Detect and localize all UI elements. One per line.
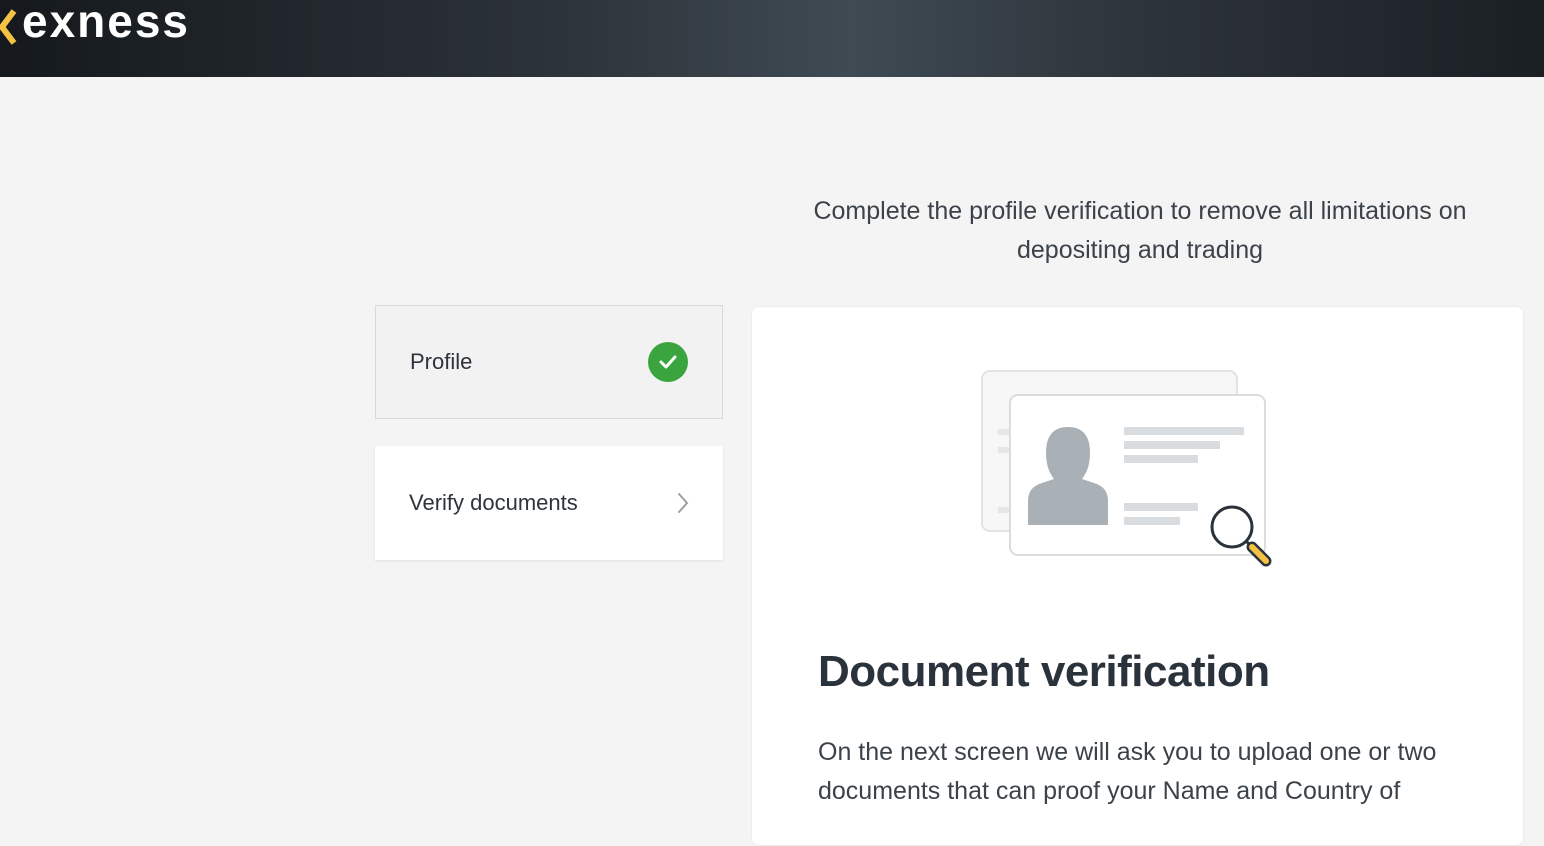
exness-logo[interactable]: exness: [0, 0, 190, 46]
step-verify-documents-label: Verify documents: [409, 490, 578, 515]
document-verification-card: Document verification On the next screen…: [751, 306, 1524, 846]
verification-subtitle: Complete the profile verification to rem…: [813, 197, 1467, 264]
top-header: exness: [0, 0, 1544, 77]
logo-text: exness: [22, 0, 191, 47]
card-body-text: On the next screen we will ask you to up…: [818, 738, 1437, 805]
check-circle-icon: [648, 342, 688, 382]
id-document-illustration-icon: [980, 369, 1280, 584]
step-profile-label: Profile: [410, 349, 473, 374]
logo-mark-icon: [0, 1, 18, 45]
step-verify-documents[interactable]: Verify documents: [375, 446, 723, 560]
step-profile[interactable]: Profile: [375, 305, 723, 419]
card-title: Document verification: [818, 647, 1270, 696]
chevron-right-icon: [673, 491, 693, 515]
